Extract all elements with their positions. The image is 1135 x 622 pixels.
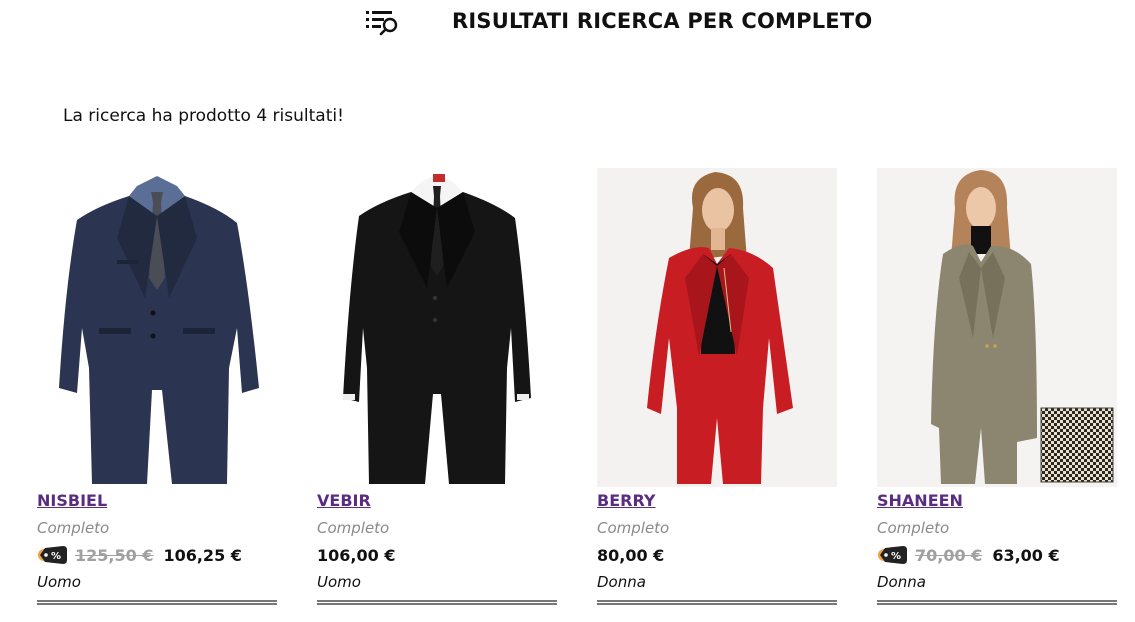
product-image-red-suit[interactable]: [597, 168, 837, 487]
product-name-link[interactable]: VEBIR: [317, 491, 371, 510]
price-row: % 125,50 € 106,25 €: [37, 544, 242, 566]
product-gender: Uomo: [37, 573, 81, 591]
divider: [317, 600, 557, 605]
product-gender: Donna: [597, 573, 646, 591]
product-category: Completo: [877, 519, 950, 537]
results-count: La ricerca ha prodotto 4 risultati!: [63, 106, 344, 126]
discount-tag-icon: %: [877, 544, 909, 566]
product-name-link[interactable]: BERRY: [597, 491, 655, 510]
product-category: Completo: [597, 519, 670, 537]
page-title: RISULTATI RICERCA PER COMPLETO: [452, 9, 873, 33]
product-gender: Uomo: [317, 573, 361, 591]
price-row: 80,00 €: [597, 544, 664, 566]
divider: [597, 600, 837, 605]
product-image-check-suit[interactable]: [877, 168, 1117, 487]
svg-text:%: %: [51, 551, 61, 562]
list-search-icon: [365, 7, 401, 37]
old-price: 70,00 €: [915, 545, 983, 565]
price-row: 106,00 €: [317, 544, 395, 566]
product-gender: Donna: [877, 573, 926, 591]
product-image-navy-suit[interactable]: [37, 168, 277, 487]
product-name-link[interactable]: NISBIEL: [37, 491, 107, 510]
price: 63,00 €: [992, 545, 1060, 565]
price-row: % 70,00 € 63,00 €: [877, 544, 1060, 566]
product-category: Completo: [37, 519, 110, 537]
svg-text:%: %: [891, 551, 901, 562]
product-image-black-suit[interactable]: [317, 168, 557, 487]
price: 106,00 €: [317, 545, 396, 565]
discount-tag-icon: %: [37, 544, 69, 566]
page-header: RISULTATI RICERCA PER COMPLETO: [0, 0, 1135, 44]
old-price: 125,50 €: [75, 545, 154, 565]
product-category: Completo: [317, 519, 390, 537]
product-card: VEBIR Completo 106,00 € Uomo: [317, 168, 557, 608]
product-card: SHANEEN Completo % 70,00 € 63,00 € Donna: [877, 168, 1117, 608]
product-name-link[interactable]: SHANEEN: [877, 491, 963, 510]
price: 80,00 €: [597, 545, 665, 565]
product-grid: NISBIEL Completo % 125,50 € 106,25 € Uom…: [0, 168, 1135, 618]
divider: [877, 600, 1117, 605]
product-card: NISBIEL Completo % 125,50 € 106,25 € Uom…: [37, 168, 277, 608]
price: 106,25 €: [163, 545, 242, 565]
divider: [37, 600, 277, 605]
product-card: BERRY Completo 80,00 € Donna: [597, 168, 837, 608]
